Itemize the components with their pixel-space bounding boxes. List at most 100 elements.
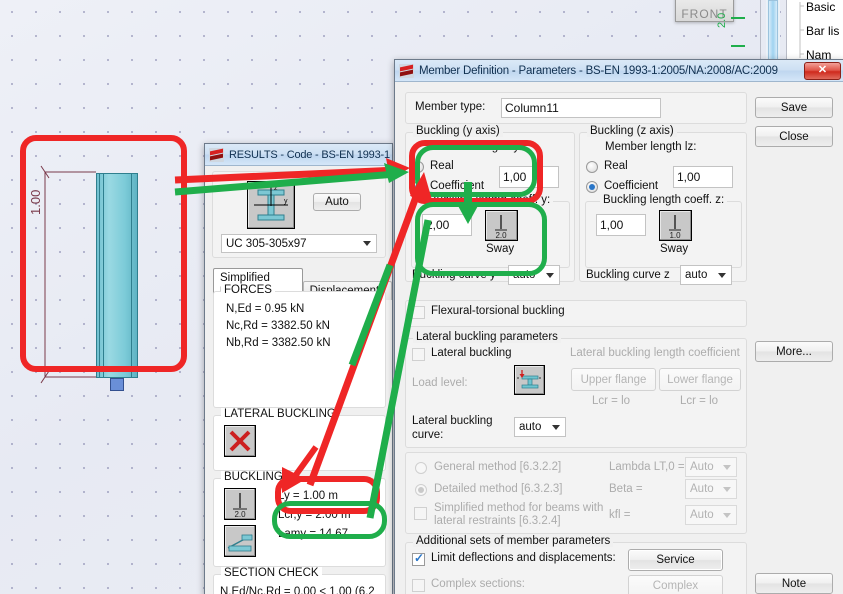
force-nbrd: Nb,Rd = 3382.50 kN [226,337,331,349]
chevron-down-icon [723,512,731,518]
close-button[interactable]: Close [755,126,833,147]
lateral-buckling-curve-combo[interactable]: auto [514,417,566,437]
chevron-down-icon [363,241,371,246]
complex-button-label: Complex [652,580,699,592]
right-panel-item-basic[interactable]: Basic [806,0,835,14]
annotation-green-ring-lcry-result [272,501,387,539]
forces-group: FORCES N,Ed = 0.95 kN Nc,Rd = 3382.50 kN… [213,284,386,408]
lateral-buckling-checkbox-label: Lateral buckling [431,347,512,359]
section-shape-icon[interactable]: z y [247,181,295,229]
red-x-icon[interactable] [224,425,256,457]
radio-lz-coefficient[interactable] [586,181,598,193]
member-length-lz-label: Member length lz: [605,141,697,153]
more-button-label: More... [776,345,812,358]
complex-sections-label: Complex sections: [431,578,525,590]
kfl-label: kfl = [609,509,631,521]
lateral-curve-label-1: Lateral buckling [412,415,493,427]
lateral-buckling-length-coeff-label: Lateral buckling length coefficient [570,347,740,359]
sway-icon-results[interactable]: 2.0 [224,488,256,520]
annotation-red-ring-member [20,135,187,372]
lateral-curve-label-2: curve: [412,429,444,441]
auto-button[interactable]: Auto [313,193,361,211]
lcr-upper-label: Lcr = lo [592,395,631,407]
force-ned: N,Ed = 0.95 kN [226,303,305,315]
complex-button[interactable]: Complex [628,575,723,594]
simplified-method-checkbox[interactable] [414,507,427,520]
section-combo-value: UC 305-305x97 [226,237,307,250]
screen: 1.00 FRONT 2.0 Basic Bar lis Nam RESULTS… [0,0,843,594]
member-length-lz-value: 1,00 [677,170,701,184]
lcr-lower-label: Lcr = lo [680,395,719,407]
radio-lz-real[interactable] [586,161,598,173]
member-type-field[interactable]: Column11 [501,98,661,118]
lambda-lt0-combo[interactable]: Auto [685,457,737,477]
kfl-value: Auto [690,509,714,521]
section-combo[interactable]: UC 305-305x97 [221,234,377,253]
support-symbol [110,378,124,391]
svg-text:2.0: 2.0 [234,510,246,519]
sway-label-z: Sway [660,243,689,255]
beta-combo[interactable]: Auto [685,479,737,499]
results-titlebar[interactable]: RESULTS - Code - BS-EN 1993-1 [205,144,392,166]
app-icon [209,147,224,162]
member-length-lz-field[interactable]: 1,00 [673,166,733,188]
lateral-buckling-checkbox[interactable] [412,348,425,361]
lambda-lt0-label: Lambda LT,0 = [609,461,685,473]
limit-deflections-checkbox[interactable] [412,551,425,566]
annotation-green-ring-member-length-ly [415,145,537,197]
dialog-app-icon [399,63,414,78]
flexural-torsional-checkbox[interactable] [412,306,425,319]
limit-deflections-label: Limit deflections and displacements: [431,552,616,564]
lateral-buckling-group: LATERAL BUCKLING [213,408,386,471]
save-button-label: Save [780,101,808,114]
forces-legend: FORCES [221,284,275,296]
right-panel-item-bar-list[interactable]: Bar lis [806,24,839,38]
buckling-curve-z-label: Buckling curve z [586,269,670,281]
upper-flange-button[interactable]: Upper flange [571,368,656,391]
close-button-label: Close [779,130,809,143]
load-level-label: Load level: [412,377,468,389]
lateral-buckling-legend: LATERAL BUCKLING [221,408,339,420]
detailed-method-label: Detailed method [6.3.2.3] [434,483,563,495]
simplified-method-label-2: lateral restraints [6.3.2.4] [434,515,561,527]
lower-flange-label: Lower flange [667,373,733,386]
buckling-length-coeff-z-group: Buckling length coeff. z: 1,00 1.0 Sway [585,194,742,268]
lateral-buckling-params-legend: Lateral buckling parameters [413,331,561,343]
section-check-row: N,Ed/Nc,Rd = 0.00 < 1.00 (6.2 [220,586,375,594]
more-button[interactable]: More... [755,341,833,362]
force-ncrd: Nc,Rd = 3382.50 kN [226,320,330,332]
member-type-group: Member type: Column11 [405,92,747,124]
lower-flange-button[interactable]: Lower flange [659,368,741,391]
sway-icon-z[interactable]: 1.0 [659,210,692,241]
dialog-titlebar[interactable]: Member Definition - Parameters - BS-EN 1… [395,60,843,82]
moment-diagram-icon[interactable] [224,525,256,557]
dialog-title: Member Definition - Parameters - BS-EN 1… [419,64,778,77]
additional-sets-legend: Additional sets of member parameters [413,535,614,547]
buckling-length-coeff-z-field[interactable]: 1,00 [596,214,646,236]
load-level-icon[interactable] [514,365,545,395]
radio-detailed-method[interactable] [415,484,427,496]
additional-sets-group: Additional sets of member parameters Lim… [405,535,747,594]
note-button[interactable]: Note [755,573,833,594]
chevron-down-icon [718,272,726,278]
upper-flange-label: Upper flange [580,373,647,386]
results-title: RESULTS - Code - BS-EN 1993-1 [229,148,390,161]
buckling-curve-z-combo[interactable]: auto [680,265,732,285]
buckling-z-axis-group: Buckling (z axis) Member length lz: Real… [579,125,747,285]
radio-general-method[interactable] [415,462,427,474]
buckling-z-axis-legend: Buckling (z axis) [587,125,677,137]
general-method-label: General method [6.3.2.2] [434,461,562,473]
save-button[interactable]: Save [755,97,833,118]
section-check-group: SECTION CHECK N,Ed/Nc,Rd = 0.00 < 1.00 (… [213,567,386,594]
scale-label: 2.0 [716,12,728,28]
annotation-green-ring-buckling-coeff-y [415,202,547,276]
complex-sections-checkbox[interactable] [412,579,425,592]
svg-text:1.0: 1.0 [669,231,681,240]
buckling-length-coeff-z-legend: Buckling length coeff. z: [600,194,728,206]
member-type-value: Column11 [505,101,559,115]
svg-text:y: y [284,198,288,205]
beta-value: Auto [690,483,714,495]
kfl-combo[interactable]: Auto [685,505,737,525]
close-icon[interactable]: ✕ [804,61,841,80]
service-button[interactable]: Service [628,549,723,571]
